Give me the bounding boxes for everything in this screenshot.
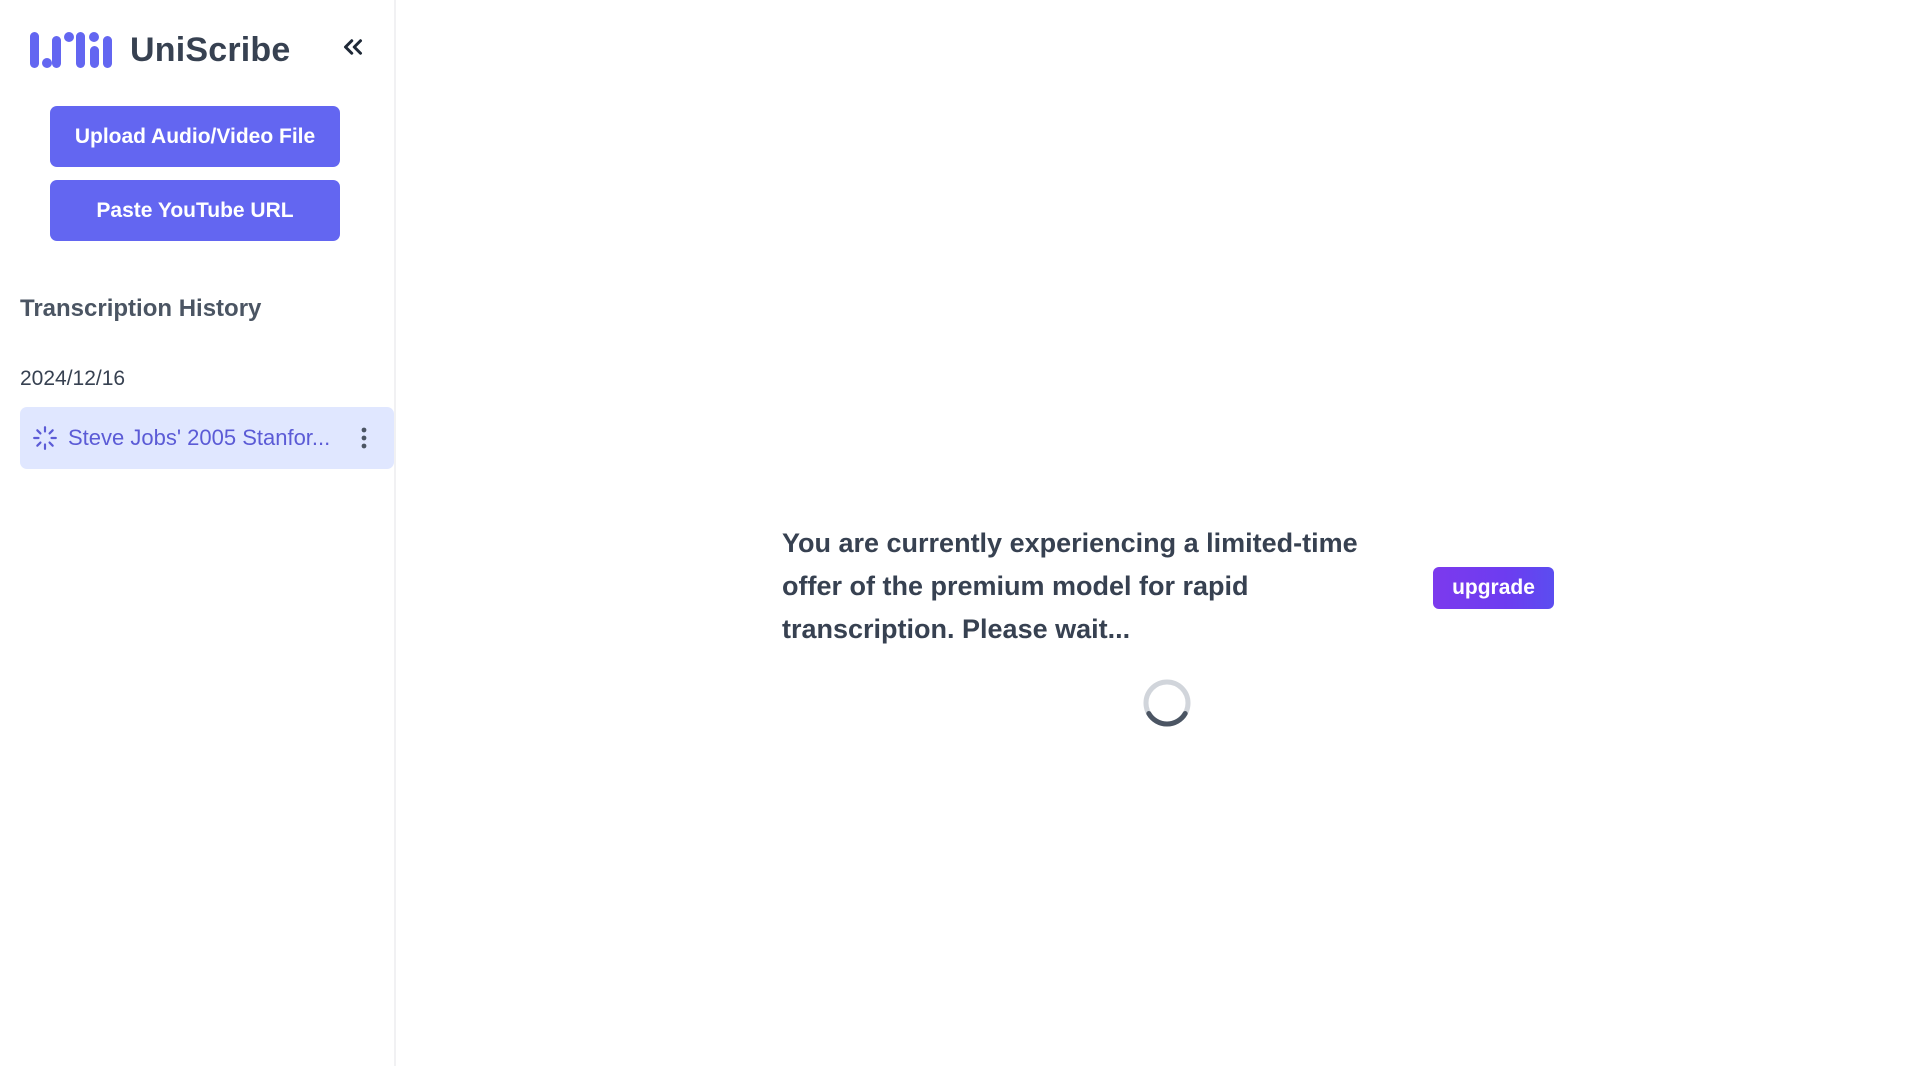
- app-name: UniScribe: [130, 30, 291, 69]
- history-title: Transcription History: [20, 295, 262, 322]
- premium-offer-notice: You are currently experiencing a limited…: [782, 528, 1358, 644]
- paste-youtube-url-button[interactable]: Paste YouTube URL: [50, 180, 340, 241]
- kebab-menu-icon: [361, 427, 367, 449]
- app-root: UniScribe Upload Audio/Video File Paste …: [0, 0, 1920, 1066]
- loading-spinner-icon: [33, 426, 57, 450]
- history-item-label: Steve Jobs' 2005 Stanfor...: [68, 425, 331, 450]
- history-item[interactable]: Steve Jobs' 2005 Stanfor...: [20, 407, 394, 469]
- upload-file-button[interactable]: Upload Audio/Video File: [50, 106, 340, 167]
- upgrade-button[interactable]: upgrade: [1433, 567, 1554, 609]
- sidebar: UniScribe Upload Audio/Video File Paste …: [0, 0, 396, 1066]
- main-content: You are currently experiencing a limited…: [396, 0, 1920, 1066]
- uniscribe-logo-icon: [30, 32, 112, 68]
- collapse-sidebar-button[interactable]: [336, 30, 370, 64]
- history-item-menu-button[interactable]: [354, 423, 374, 453]
- chevrons-left-icon: [344, 39, 362, 55]
- loading-ring-icon: [1143, 679, 1191, 727]
- brand[interactable]: UniScribe: [30, 30, 291, 70]
- history-date: 2024/12/16: [20, 367, 126, 390]
